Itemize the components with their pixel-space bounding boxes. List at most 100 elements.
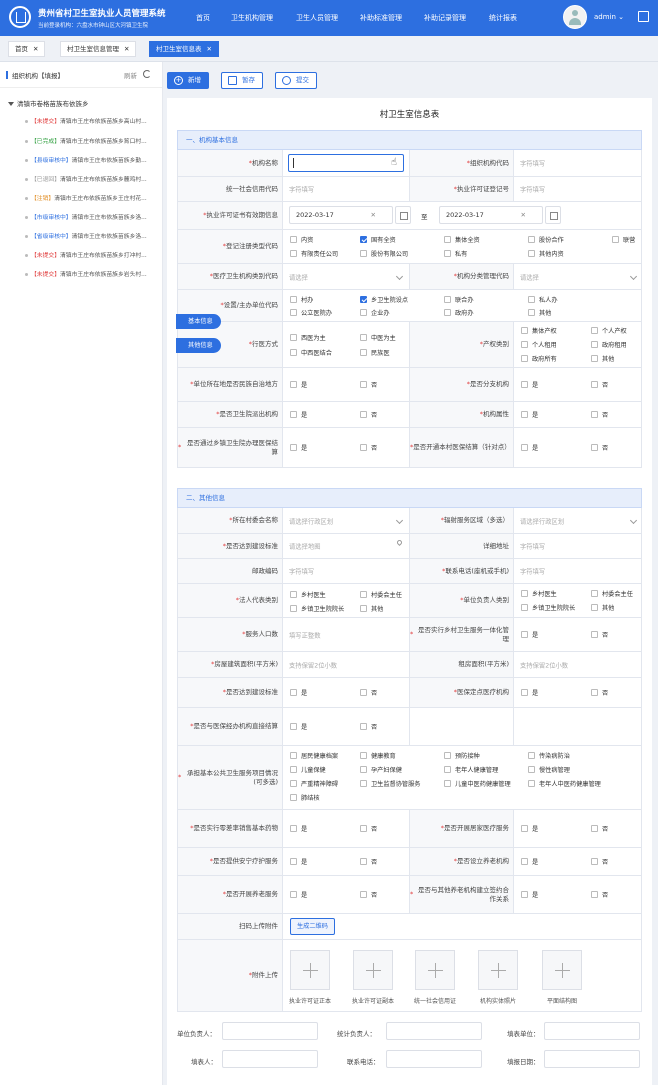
tab-clinic-manage[interactable]: 村卫生室信息管理 ✕	[60, 41, 137, 57]
checkbox-reg[interactable]: 股份合作	[528, 236, 564, 245]
save-draft-button[interactable]: 暂存	[221, 72, 263, 89]
radio-yes[interactable]: 是	[290, 689, 307, 698]
radio-yes[interactable]: 是	[521, 411, 538, 420]
address-input[interactable]: 字符填写	[515, 534, 642, 558]
clear-icon[interactable]: ✕	[521, 207, 526, 223]
checkbox-reg[interactable]: 集体全资	[444, 236, 480, 245]
checkbox-service[interactable]: 预防接种	[444, 752, 480, 761]
upload-plus-icon[interactable]	[542, 950, 582, 990]
checkbox-reg[interactable]: 内资	[290, 236, 313, 245]
checkbox-legal[interactable]: 乡村医生	[290, 591, 326, 600]
checkbox-property[interactable]: 个人租用	[521, 341, 557, 350]
footer-date-input[interactable]	[544, 1050, 640, 1068]
checkbox-host[interactable]: 村办	[290, 296, 313, 305]
checkbox-legal[interactable]: 其他	[360, 605, 383, 614]
footer-stat-input[interactable]	[386, 1022, 482, 1040]
tree-root[interactable]: 清镇市卷格苗族布依族乡	[8, 98, 89, 108]
checkbox-service[interactable]: 儿童保健	[290, 766, 326, 775]
radio-no[interactable]: 否	[591, 381, 608, 390]
footer-phone-input[interactable]	[386, 1050, 482, 1068]
nav-subsidy-standard[interactable]: 补助标准管理	[360, 13, 402, 23]
checkbox-service[interactable]: 慢性病管理	[528, 766, 570, 775]
radio-no[interactable]: 否	[360, 723, 377, 732]
population-input[interactable]: 填写正整数	[284, 618, 408, 651]
anchor-other-info[interactable]: 其他信息	[176, 338, 221, 353]
checkbox-head[interactable]: 村委会主任	[591, 590, 633, 599]
checkbox-property[interactable]: 政府租用	[591, 341, 627, 350]
checkbox-service[interactable]: 老年人中医药健康管理	[528, 780, 601, 789]
phone-input[interactable]: 字符填写	[515, 559, 642, 583]
checkbox-reg[interactable]: 联营	[612, 236, 635, 245]
nav-institution[interactable]: 卫生机构管理	[231, 13, 273, 23]
checkbox-reg[interactable]: 有限责任公司	[290, 250, 338, 259]
close-icon[interactable]: ✕	[33, 45, 38, 53]
refresh-button[interactable]: 刷新	[124, 70, 137, 80]
checkbox-legal[interactable]: 村委会主任	[360, 591, 402, 600]
radio-no[interactable]: 否	[591, 825, 608, 834]
tree-item[interactable]: 【未提交】清镇市王庄布依族苗族乡打冲村...	[25, 250, 147, 259]
checkbox-legal[interactable]: 乡镇卫生院院长	[290, 605, 344, 614]
radio-yes[interactable]: 是	[290, 891, 307, 900]
footer-filler-input[interactable]	[222, 1050, 318, 1068]
add-button[interactable]: + 新增	[167, 72, 209, 89]
checkbox-reg[interactable]: 股份有限公司	[360, 250, 408, 259]
radio-yes[interactable]: 是	[521, 381, 538, 390]
submit-button[interactable]: 提交	[275, 72, 317, 89]
radio-yes[interactable]: 是	[290, 444, 307, 453]
checkbox-property[interactable]: 其他	[591, 355, 614, 364]
nav-personnel[interactable]: 卫生人员管理	[296, 13, 338, 23]
radio-yes[interactable]: 是	[290, 381, 307, 390]
tree-item[interactable]: 【市级审核中】清镇市王庄布依族苗族乡洛...	[25, 212, 147, 221]
checkbox-mode[interactable]: 中西医结合	[290, 349, 332, 358]
checkbox-service[interactable]: 儿童中医药健康管理	[444, 780, 511, 789]
checkbox-mode[interactable]: 西医为主	[290, 334, 326, 343]
radio-no[interactable]: 否	[591, 689, 608, 698]
checkbox-host[interactable]: 乡卫生院设点	[360, 296, 408, 305]
footer-head-input[interactable]	[222, 1022, 318, 1040]
checkbox-service[interactable]: 孕产妇保健	[360, 766, 402, 775]
clear-icon[interactable]: ✕	[371, 207, 376, 223]
checkbox-service[interactable]: 老年人健康管理	[444, 766, 498, 775]
tree-item[interactable]: 【未提交】清镇市王庄布依族苗族乡岩头村...	[25, 269, 147, 278]
radio-no[interactable]: 否	[360, 411, 377, 420]
institution-name-input[interactable]: ☝	[284, 150, 408, 176]
calendar-icon[interactable]	[395, 206, 411, 224]
checkbox-host[interactable]: 私人办	[528, 296, 558, 305]
radio-yes[interactable]: 是	[290, 825, 307, 834]
radio-no[interactable]: 否	[360, 825, 377, 834]
org-code-input[interactable]: 字符填写	[515, 150, 642, 176]
checkbox-head[interactable]: 乡镇卫生院院长	[521, 604, 575, 613]
upload-plus-icon[interactable]	[415, 950, 455, 990]
tree-item[interactable]: 【省级审核中】清镇市王庄布依族苗族乡洛...	[25, 231, 147, 240]
date-from-input[interactable]: 2022-03-17 ✕	[289, 206, 393, 224]
upload-plus-icon[interactable]	[478, 950, 518, 990]
checkbox-host[interactable]: 其他	[528, 309, 551, 318]
tree-item[interactable]: 【已完成】清镇市王庄布依族苗族乡筲口村...	[25, 136, 147, 145]
checkbox-service[interactable]: 传染病防治	[528, 752, 570, 761]
checkbox-mode[interactable]: 中医为主	[360, 334, 396, 343]
anchor-basic-info[interactable]: 基本信息	[176, 314, 221, 329]
category-select[interactable]: 请选择	[284, 264, 408, 289]
checkbox-service[interactable]: 严重精神障碍	[290, 780, 338, 789]
checkbox-property[interactable]: 个人产权	[591, 327, 627, 336]
radio-no[interactable]: 否	[360, 381, 377, 390]
nav-statistics[interactable]: 统计报表	[489, 13, 517, 23]
credit-code-input[interactable]: 字符填写	[284, 177, 408, 201]
radio-yes[interactable]: 是	[290, 858, 307, 867]
checkbox-service[interactable]: 居民健康档案	[290, 752, 338, 761]
checkbox-service[interactable]: 健康教育	[360, 752, 396, 761]
radio-no[interactable]: 否	[591, 444, 608, 453]
checkbox-property[interactable]: 政府所有	[521, 355, 557, 364]
date-to-input[interactable]: 2022-03-17 ✕	[439, 206, 543, 224]
nav-home[interactable]: 首页	[196, 13, 210, 23]
avatar[interactable]	[563, 5, 587, 29]
checkbox-head[interactable]: 其他	[591, 604, 614, 613]
radio-no[interactable]: 否	[591, 411, 608, 420]
radio-yes[interactable]: 是	[521, 825, 538, 834]
building-area-input[interactable]: 支持保留2位小数	[284, 652, 408, 677]
radio-yes[interactable]: 是	[290, 411, 307, 420]
checkbox-host[interactable]: 公立医院办	[290, 309, 332, 318]
radio-no[interactable]: 否	[360, 689, 377, 698]
close-icon[interactable]: ✕	[124, 45, 129, 53]
committee-select[interactable]: 请选择行政区划	[284, 508, 408, 533]
